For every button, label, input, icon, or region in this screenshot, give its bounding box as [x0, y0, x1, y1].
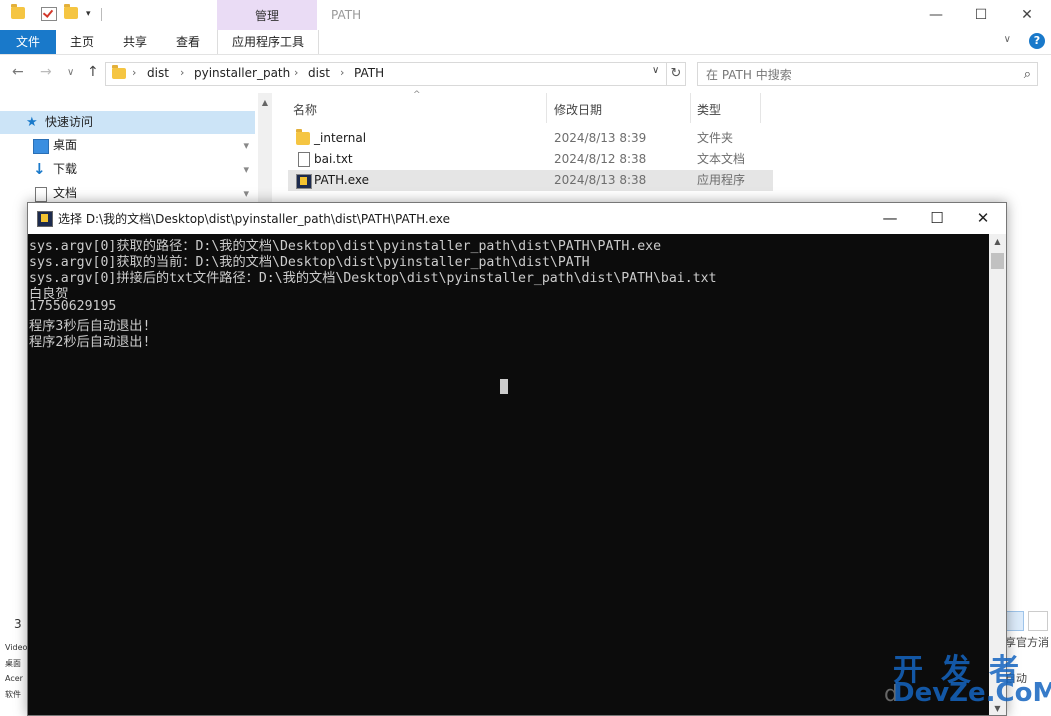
item-count: 3: [14, 617, 22, 631]
file-row[interactable]: _internal 2024/8/13 8:39 文件夹: [288, 128, 773, 149]
folder-icon[interactable]: [11, 4, 25, 19]
bg-label: 软件: [5, 690, 21, 699]
back-button[interactable]: ←: [12, 64, 24, 80]
help-icon[interactable]: ?: [1029, 33, 1045, 49]
exe-icon: [296, 174, 312, 189]
sidebar-item-label: 下载: [53, 162, 78, 176]
file-name: PATH.exe: [314, 173, 369, 187]
file-name: _internal: [314, 131, 367, 145]
console-line: 程序2秒后自动退出!: [29, 335, 151, 350]
tab-file[interactable]: 文件: [0, 30, 56, 54]
ribbon: 文件 主页 共享 查看 应用程序工具 ∨ ?: [0, 30, 1051, 55]
refresh-button[interactable]: ↻: [667, 62, 686, 86]
sidebar-item-downloads[interactable]: ↓ 下载 ▾: [0, 158, 255, 181]
close-button[interactable]: ✕: [1004, 0, 1050, 30]
column-divider[interactable]: [760, 93, 761, 123]
column-header-name[interactable]: 名称: [293, 101, 317, 118]
folder-icon: [112, 65, 126, 79]
file-type: 应用程序: [697, 173, 746, 187]
column-divider[interactable]: [690, 93, 691, 123]
explorer-title-bar: ▾ 管理 PATH — ☐ ✕: [0, 0, 1051, 30]
column-header-type[interactable]: 类型: [697, 101, 721, 118]
manage-tab[interactable]: 管理: [217, 0, 317, 30]
console-title: 选择 D:\我的文档\Desktop\dist\pyinstaller_path…: [58, 212, 451, 226]
file-row-selected[interactable]: PATH.exe 2024/8/13 8:38 应用程序: [288, 170, 773, 191]
scroll-up-arrow-icon[interactable]: ▲: [989, 237, 1006, 246]
column-header-date[interactable]: 修改日期: [554, 101, 602, 118]
pin-icon: ▾: [243, 139, 249, 152]
star-icon: ★: [26, 115, 38, 130]
pin-icon: ▾: [243, 163, 249, 176]
bg-label: 桌面: [5, 659, 21, 668]
column-divider[interactable]: [546, 93, 547, 123]
breadcrumb-item[interactable]: pyinstaller_path: [194, 66, 290, 80]
search-input[interactable]: 在 PATH 中搜索 ⌕: [697, 62, 1038, 86]
sidebar-item-label: 桌面: [53, 138, 78, 152]
breadcrumb-item[interactable]: dist: [147, 66, 169, 80]
sort-ascending-icon: ^: [413, 90, 421, 100]
document-icon: [35, 187, 47, 202]
desktop-icon: [33, 139, 49, 154]
divider: [101, 8, 102, 21]
sidebar-item-label: 快速访问: [45, 115, 94, 129]
console-close-button[interactable]: ✕: [960, 203, 1006, 233]
file-type: 文本文档: [697, 152, 746, 166]
file-date: 2024/8/13 8:39: [554, 131, 647, 145]
download-icon: ↓: [33, 160, 46, 178]
recent-locations-button[interactable]: ∨: [67, 67, 74, 78]
sidebar-item-quick-access[interactable]: ★ 快速访问: [0, 111, 255, 134]
folder-icon: [296, 129, 310, 145]
console-scrollbar[interactable]: ▲ ▼: [989, 234, 1006, 715]
forward-button[interactable]: →: [40, 64, 52, 80]
file-row[interactable]: bai.txt 2024/8/12 8:38 文本文档: [288, 149, 773, 170]
up-button[interactable]: ↑: [87, 64, 99, 80]
bg-label: Video: [5, 643, 28, 652]
minimize-button[interactable]: —: [913, 0, 959, 30]
chevron-right-icon: ›: [180, 66, 185, 79]
nav-scrollbar[interactable]: [258, 93, 272, 203]
console-line: 17550629195: [29, 299, 117, 314]
quick-access-dropdown[interactable]: ▾: [86, 9, 91, 19]
breadcrumb-item[interactable]: PATH: [354, 66, 384, 80]
sidebar-item-desktop[interactable]: 桌面 ▾: [0, 134, 255, 157]
console-window[interactable]: 选择 D:\我的文档\Desktop\dist\pyinstaller_path…: [27, 202, 1007, 716]
bg-label: Acer: [5, 674, 23, 683]
ribbon-expand-icon[interactable]: ∨: [1004, 34, 1011, 45]
navigation-bar: ← → ∨ ↑ › dist › pyinstaller_path › dist…: [0, 55, 1051, 93]
chevron-right-icon: ›: [294, 66, 299, 79]
console-maximize-button[interactable]: ☐: [914, 203, 960, 233]
new-folder-icon[interactable]: [64, 4, 78, 19]
file-name: bai.txt: [314, 152, 353, 166]
maximize-button[interactable]: ☐: [958, 0, 1004, 30]
large-icons-view-icon[interactable]: [1028, 611, 1048, 631]
text-cursor: [500, 379, 508, 394]
scroll-thumb[interactable]: [991, 253, 1004, 269]
console-title-bar[interactable]: 选择 D:\我的文档\Desktop\dist\pyinstaller_path…: [28, 203, 1006, 233]
console-output[interactable]: sys.argv[0]获取的路径：D:\我的文档\Desktop\dist\py…: [28, 234, 989, 715]
window-title: PATH: [331, 8, 362, 22]
file-date: 2024/8/13 8:38: [554, 173, 647, 187]
chevron-right-icon: ›: [132, 66, 137, 79]
scroll-up-arrow-icon[interactable]: ▲: [258, 98, 272, 107]
search-placeholder: 在 PATH 中搜索: [706, 68, 792, 82]
address-dropdown[interactable]: ∨: [652, 65, 659, 76]
watermark-logo-text: DevZe.CoM: [893, 678, 1051, 708]
details-view-icon[interactable]: [1004, 611, 1024, 631]
file-date: 2024/8/12 8:38: [554, 152, 647, 166]
tab-application-tools[interactable]: 应用程序工具: [217, 30, 319, 54]
text-file-icon: [298, 152, 310, 167]
view-toggle[interactable]: [1004, 611, 1050, 631]
console-minimize-button[interactable]: —: [867, 203, 913, 233]
properties-icon[interactable]: [41, 7, 57, 21]
breadcrumb-item[interactable]: dist: [308, 66, 330, 80]
console-line: sys.argv[0]拼接后的txt文件路径：D:\我的文档\Desktop\d…: [29, 271, 717, 286]
search-icon[interactable]: ⌕: [1024, 67, 1031, 82]
chevron-right-icon: ›: [340, 66, 345, 79]
tab-home[interactable]: 主页: [60, 30, 104, 54]
file-type: 文件夹: [697, 131, 734, 145]
console-app-icon[interactable]: [37, 211, 53, 227]
tab-view[interactable]: 查看: [166, 30, 210, 54]
tab-share[interactable]: 共享: [113, 30, 157, 54]
address-bar[interactable]: › dist › pyinstaller_path › dist › PATH: [105, 62, 667, 86]
